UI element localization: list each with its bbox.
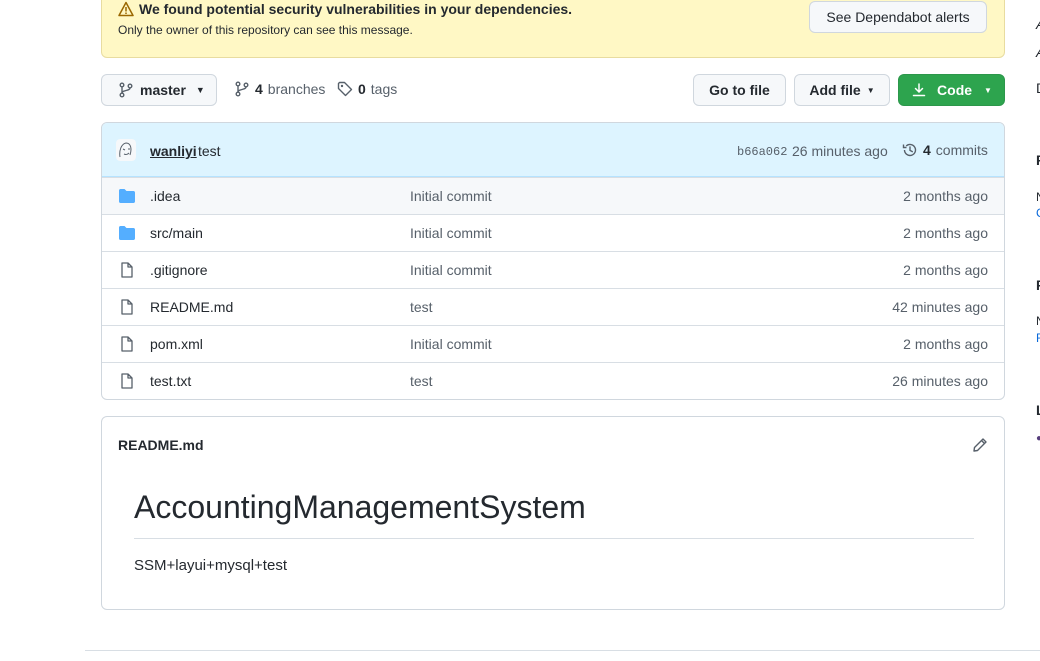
readme-heading: AccountingManagementSystem	[134, 489, 974, 539]
file-browser: wanliyi test b66a062 26 minutes ago 4 co…	[101, 122, 1005, 400]
pencil-icon[interactable]	[972, 437, 988, 453]
sidebar-fragment: A	[1036, 44, 1040, 60]
file-name-link[interactable]: src/main	[150, 225, 203, 241]
branches-count: 4	[255, 81, 263, 97]
file-commit-message-link[interactable]: Initial commit	[410, 188, 492, 204]
file-row[interactable]: .gitignore Initial commit 2 months ago	[102, 251, 1004, 288]
download-icon	[912, 83, 926, 97]
code-label: Code	[937, 82, 973, 98]
file-icon	[121, 299, 133, 315]
file-commit-time: 42 minutes ago	[892, 299, 988, 315]
commit-message-link[interactable]: test	[198, 143, 221, 159]
avatar[interactable]	[116, 139, 136, 161]
file-name-link[interactable]: test.txt	[150, 373, 191, 389]
go-to-file-button[interactable]: Go to file	[693, 74, 786, 106]
readme-filename: README.md	[118, 437, 204, 453]
file-name-link[interactable]: README.md	[150, 299, 233, 315]
file-row[interactable]: README.md test 42 minutes ago	[102, 288, 1004, 325]
file-commit-time: 2 months ago	[903, 225, 988, 241]
sidebar-fragment: N	[1036, 314, 1040, 328]
commit-time: 26 minutes ago	[792, 143, 888, 159]
git-branch-icon	[119, 82, 133, 98]
file-commit-message-link[interactable]: test	[410, 373, 433, 389]
sidebar-fragment: N	[1036, 190, 1040, 204]
sidebar-fragment: F	[1036, 331, 1040, 345]
branches-link[interactable]: 4 branches	[234, 81, 325, 97]
folder-icon	[119, 226, 135, 240]
sidebar-fragment: L	[1036, 402, 1040, 418]
file-row[interactable]: pom.xml Initial commit 2 months ago	[102, 325, 1004, 362]
file-name-link[interactable]: .gitignore	[150, 262, 208, 278]
alert-icon	[118, 1, 134, 17]
tags-link[interactable]: 0 tags	[337, 81, 397, 97]
caret-down-icon: ▼	[195, 85, 205, 95]
security-alert-subtitle: Only the owner of this repository can se…	[118, 23, 413, 37]
tags-label: tags	[370, 81, 398, 97]
branch-name: master	[140, 82, 186, 98]
sidebar-fragment: F	[1036, 277, 1040, 293]
file-name-link[interactable]: .idea	[150, 188, 180, 204]
file-icon	[121, 262, 133, 278]
readme-panel: README.md AccountingManagementSystem SSM…	[101, 416, 1005, 610]
readme-body: SSM+layui+mysql+test	[134, 557, 287, 574]
code-button[interactable]: Code ▼	[898, 74, 1005, 106]
folder-icon	[119, 189, 135, 203]
commit-author-link[interactable]: wanliyi	[150, 143, 197, 159]
commit-sha-link[interactable]: b66a062	[737, 145, 787, 159]
file-commit-time: 2 months ago	[903, 336, 988, 352]
tag-icon	[337, 81, 353, 97]
caret-down-icon: ▼	[984, 85, 992, 95]
see-dependabot-alerts-button[interactable]: See Dependabot alerts	[809, 1, 987, 33]
file-name-link[interactable]: pom.xml	[150, 336, 203, 352]
sidebar-fragment: A	[1036, 16, 1040, 32]
file-icon	[121, 373, 133, 389]
file-commit-time: 26 minutes ago	[892, 373, 988, 389]
file-commit-time: 2 months ago	[903, 188, 988, 204]
branch-selector-button[interactable]: master ▼	[101, 74, 217, 106]
history-icon	[902, 143, 917, 157]
commits-label: commits	[935, 142, 988, 158]
file-commit-message-link[interactable]: test	[410, 299, 433, 315]
add-file-label: Add file	[809, 82, 861, 98]
security-alert-banner: We found potential security vulnerabilit…	[101, 0, 1005, 58]
sidebar-fragment: C	[1036, 206, 1040, 220]
file-commit-message-link[interactable]: Initial commit	[410, 262, 492, 278]
branches-label: branches	[267, 81, 326, 97]
file-row[interactable]: .idea Initial commit 2 months ago	[102, 177, 1004, 214]
file-icon	[121, 336, 133, 352]
security-alert-title-text: We found potential security vulnerabilit…	[139, 1, 573, 17]
file-commit-time: 2 months ago	[903, 262, 988, 278]
commits-history-link[interactable]: 4 commits	[902, 142, 988, 158]
sidebar-fragment: D	[1036, 80, 1040, 96]
file-commit-message-link[interactable]: Initial commit	[410, 336, 492, 352]
file-row[interactable]: src/main Initial commit 2 months ago	[102, 214, 1004, 251]
footer-divider	[85, 650, 1040, 651]
file-row[interactable]: test.txt test 26 minutes ago	[102, 362, 1004, 399]
file-commit-message-link[interactable]: Initial commit	[410, 225, 492, 241]
latest-commit-bar: wanliyi test b66a062 26 minutes ago 4 co…	[102, 123, 1004, 177]
add-file-button[interactable]: Add file ▼	[794, 74, 890, 106]
git-branch-icon	[235, 81, 249, 97]
sidebar-fragment: F	[1036, 152, 1040, 168]
language-dot: ●	[1036, 433, 1040, 444]
security-alert-title: We found potential security vulnerabilit…	[118, 1, 572, 17]
tags-count: 0	[358, 81, 366, 97]
caret-down-icon: ▼	[866, 85, 875, 95]
commits-count: 4	[923, 142, 931, 158]
